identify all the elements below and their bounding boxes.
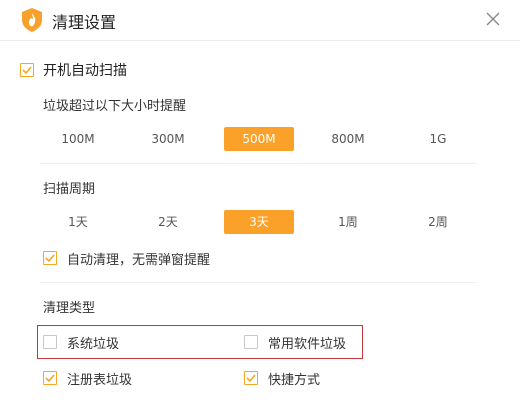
- size-option-1g[interactable]: 1G: [403, 127, 473, 151]
- divider: [40, 282, 476, 283]
- software-junk-label: 常用软件垃圾: [268, 337, 347, 352]
- window-title: 清理设置: [52, 13, 117, 32]
- shield-logo-icon: [22, 8, 42, 32]
- divider: [40, 163, 476, 164]
- cycle-option-2week[interactable]: 2周: [403, 210, 473, 234]
- software-junk-checkbox[interactable]: [244, 335, 258, 349]
- size-option-500m[interactable]: 500M: [224, 127, 294, 151]
- checkmark-icon: [22, 66, 32, 75]
- size-option-300m[interactable]: 300M: [133, 127, 203, 151]
- checkmark-icon: [45, 254, 55, 263]
- checkmark-icon: [45, 374, 55, 383]
- system-junk-checkbox[interactable]: [43, 335, 57, 349]
- close-icon[interactable]: [484, 10, 502, 28]
- size-threshold-title: 垃圾超过以下大小时提醒: [43, 99, 187, 114]
- auto-clean-checkbox[interactable]: [43, 251, 57, 265]
- cycle-option-3day[interactable]: 3天: [224, 210, 294, 234]
- shortcut-label: 快捷方式: [268, 373, 321, 388]
- auto-clean-label: 自动清理，无需弹窗提醒: [67, 253, 211, 268]
- size-option-100m[interactable]: 100M: [43, 127, 113, 151]
- registry-junk-label: 注册表垃圾: [67, 373, 133, 388]
- clean-types-title: 清理类型: [43, 301, 96, 316]
- cycle-option-1week[interactable]: 1周: [313, 210, 383, 234]
- checkmark-icon: [246, 374, 256, 383]
- title-bar: 清理设置: [0, 0, 520, 41]
- registry-junk-checkbox[interactable]: [43, 371, 57, 385]
- auto-scan-checkbox[interactable]: [20, 63, 34, 77]
- shortcut-checkbox[interactable]: [244, 371, 258, 385]
- size-option-800m[interactable]: 800M: [313, 127, 383, 151]
- cycle-option-2day[interactable]: 2天: [133, 210, 203, 234]
- scan-cycle-title: 扫描周期: [43, 182, 96, 197]
- system-junk-label: 系统垃圾: [67, 337, 120, 352]
- auto-scan-label: 开机自动扫描: [43, 63, 127, 79]
- cycle-option-1day[interactable]: 1天: [43, 210, 113, 234]
